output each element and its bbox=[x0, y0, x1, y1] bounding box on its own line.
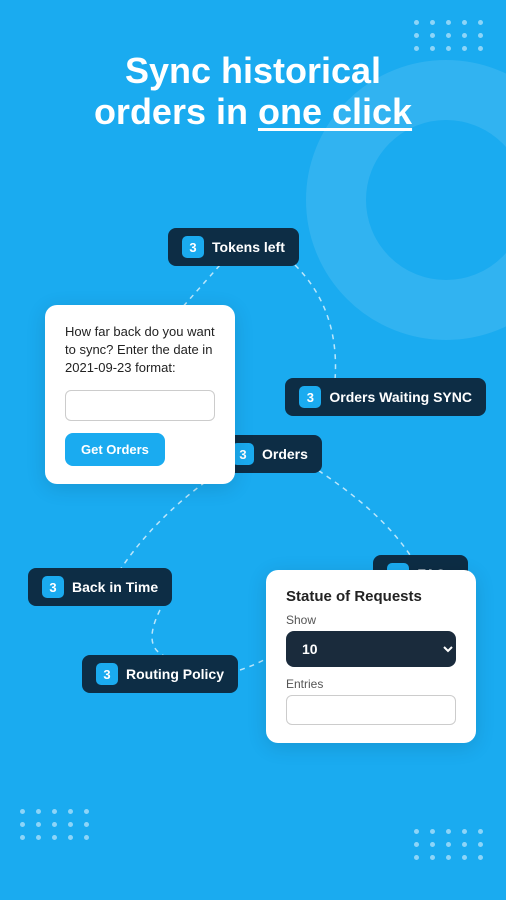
routing-policy-num: 3 bbox=[96, 663, 118, 685]
show-label: Show bbox=[286, 613, 456, 627]
form-description: How far back do you want to sync? Enter … bbox=[65, 323, 215, 378]
entries-box bbox=[286, 695, 456, 725]
hero-highlight: one click bbox=[258, 91, 412, 132]
hero-title: Sync historical orders in one click bbox=[0, 50, 506, 133]
dots-top-right bbox=[414, 20, 486, 51]
back-in-time-label: Back in Time bbox=[72, 579, 158, 595]
status-title: Statue of Requests bbox=[286, 588, 456, 605]
dots-bottom-left bbox=[20, 809, 92, 840]
back-in-time-badge[interactable]: 3 Back in Time bbox=[28, 568, 172, 606]
routing-policy-badge[interactable]: 3 Routing Policy bbox=[82, 655, 238, 693]
orders-num: 3 bbox=[232, 443, 254, 465]
orders-label: Orders bbox=[262, 446, 308, 462]
tokens-left-label: Tokens left bbox=[212, 239, 285, 255]
form-card: How far back do you want to sync? Enter … bbox=[45, 305, 235, 484]
routing-policy-label: Routing Policy bbox=[126, 666, 224, 682]
back-in-time-num: 3 bbox=[42, 576, 64, 598]
dots-bottom-right bbox=[414, 829, 486, 860]
status-card: Statue of Requests Show 10 25 50 Entries bbox=[266, 570, 476, 743]
orders-waiting-num: 3 bbox=[299, 386, 321, 408]
orders-waiting-label: Orders Waiting SYNC bbox=[329, 389, 472, 405]
entries-label: Entries bbox=[286, 677, 456, 691]
hero-line2: orders in bbox=[94, 91, 258, 132]
date-input[interactable] bbox=[65, 390, 215, 421]
show-select[interactable]: 10 25 50 bbox=[286, 631, 456, 667]
tokens-left-num: 3 bbox=[182, 236, 204, 258]
orders-waiting-badge[interactable]: 3 Orders Waiting SYNC bbox=[285, 378, 486, 416]
tokens-left-badge[interactable]: 3 Tokens left bbox=[168, 228, 299, 266]
get-orders-button[interactable]: Get Orders bbox=[65, 433, 165, 466]
hero-line1: Sync historical bbox=[125, 50, 381, 91]
